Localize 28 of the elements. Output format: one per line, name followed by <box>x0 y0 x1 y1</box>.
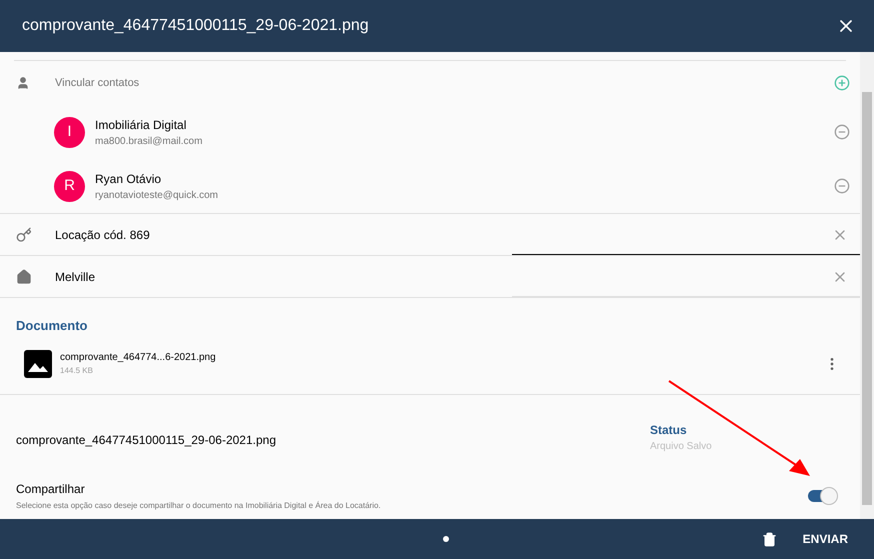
contact-email: ryanotavioteste@quick.com <box>95 188 219 202</box>
section-label: Vincular contatos <box>55 76 140 91</box>
link-value: Locação cód. 869 <box>55 226 151 244</box>
file-size: 144.5 KB <box>60 365 94 377</box>
link-value: Melville <box>55 268 96 286</box>
delete-button[interactable] <box>762 532 777 546</box>
window-title: comprovante_46477451000115_29-06-2021.png <box>22 16 369 36</box>
contact-email: ma800.brasil@mail.com <box>95 134 204 148</box>
status-value: Arquivo Salvo <box>650 440 713 454</box>
avatar: R <box>54 170 85 202</box>
file-full-name: comprovante_46477451000115_29-06-2021.png <box>16 432 277 448</box>
add-contact-button[interactable] <box>834 75 850 91</box>
share-description: Selecione esta opção caso deseje compartilhar o documento na Imobiliária Digital e Área do Locatário. <box>16 500 382 512</box>
remove-contact-button[interactable] <box>834 124 850 140</box>
avatar: I <box>54 116 85 148</box>
share-label: Compartilhar <box>16 480 86 498</box>
image-icon <box>24 350 52 378</box>
contact-name: Ryan Otávio <box>95 170 162 188</box>
contact-name: Imobiliária Digital <box>95 116 188 134</box>
person-icon <box>16 76 30 90</box>
section-heading: Documento <box>16 317 88 335</box>
scrollbar[interactable] <box>860 52 874 519</box>
remove-contact-button[interactable] <box>834 178 850 194</box>
file-name: comprovante_464774...6-2021.png <box>60 351 217 365</box>
key-icon <box>16 226 32 242</box>
home-icon <box>16 268 32 284</box>
send-button[interactable]: ENVIAR <box>802 530 848 548</box>
status-label: Status <box>650 422 688 438</box>
